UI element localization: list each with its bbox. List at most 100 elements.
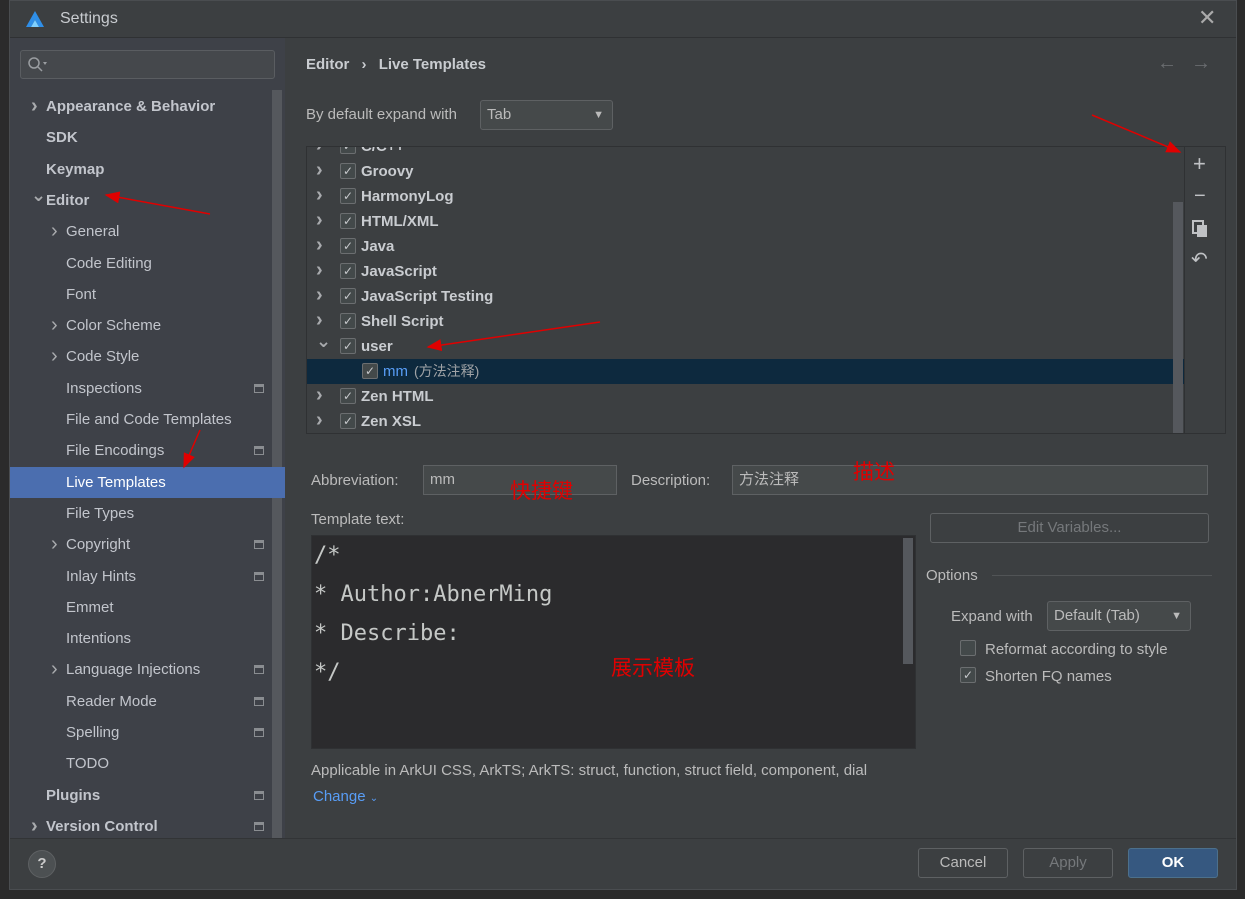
chevron-right-icon[interactable]: ›: [316, 233, 323, 258]
tree-checkbox[interactable]: ✓: [340, 388, 356, 404]
chevron-right-icon[interactable]: ›: [51, 529, 58, 560]
tree-row[interactable]: ⌄ ✓ user: [307, 331, 1184, 359]
tree-checkbox[interactable]: ✓: [340, 213, 356, 229]
sidebar-item[interactable]: Keymap: [10, 154, 285, 185]
sidebar-item[interactable]: Code Editing: [10, 248, 285, 279]
expand-with-select[interactable]: Default (Tab) ▼: [1047, 601, 1191, 631]
expand-default-select[interactable]: Tab ▼: [480, 100, 613, 130]
copy-icon[interactable]: [1192, 220, 1208, 238]
revert-icon[interactable]: ↶: [1191, 247, 1208, 272]
tree-checkbox[interactable]: ✓: [340, 238, 356, 254]
sidebar-item[interactable]: Reader Mode: [10, 686, 285, 717]
shorten-fq-checkbox[interactable]: ✓: [960, 667, 976, 683]
chevron-right-icon[interactable]: ›: [51, 654, 58, 685]
sidebar-item[interactable]: › Code Style: [10, 341, 285, 372]
sidebar-item[interactable]: › Appearance & Behavior: [10, 91, 285, 122]
sidebar-item[interactable]: › General: [10, 216, 285, 247]
tree-row[interactable]: › ✓ C/C++: [307, 147, 1184, 159]
close-icon[interactable]: ✕: [1198, 5, 1216, 31]
sidebar-item[interactable]: › Language Injections: [10, 654, 285, 685]
tree-row[interactable]: › ✓ Zen HTML: [307, 384, 1184, 409]
sidebar-item[interactable]: › Copyright: [10, 529, 285, 560]
tree-checkbox[interactable]: ✓: [340, 163, 356, 179]
sidebar-item[interactable]: Font: [10, 279, 285, 310]
expand-default-value: Tab: [487, 106, 512, 123]
project-settings-icon: [254, 728, 264, 737]
chevron-right-icon[interactable]: ›: [316, 283, 323, 308]
tree-row[interactable]: › ✓ JavaScript: [307, 259, 1184, 284]
chevron-right-icon[interactable]: ›: [51, 216, 58, 247]
tree-row[interactable]: › ✓ Zen XSL: [307, 408, 1184, 433]
sidebar-item[interactable]: Live Templates: [10, 466, 285, 498]
sidebar-item[interactable]: File Types: [10, 498, 285, 529]
template-line: * Describe:: [314, 621, 460, 646]
tree-checkbox[interactable]: ✓: [340, 338, 356, 354]
chevron-right-icon[interactable]: ›: [316, 383, 323, 408]
chevron-right-icon[interactable]: ›: [316, 208, 323, 233]
editor-scrollbar[interactable]: [903, 538, 913, 664]
sidebar-item[interactable]: Spelling: [10, 717, 285, 748]
chevron-down-icon[interactable]: ⌄: [316, 329, 331, 354]
tree-scrollbar[interactable]: [1173, 202, 1183, 433]
sidebar-item[interactable]: › Color Scheme: [10, 310, 285, 341]
sidebar-item-label: Code Editing: [66, 254, 152, 272]
tree-checkbox[interactable]: ✓: [340, 147, 356, 154]
chevron-right-icon[interactable]: ›: [51, 341, 58, 372]
add-icon[interactable]: +: [1193, 151, 1206, 177]
edit-variables-button[interactable]: Edit Variables...: [930, 513, 1209, 543]
sidebar-item[interactable]: Intentions: [10, 623, 285, 654]
tree-row[interactable]: › ✓ JavaScript Testing: [307, 284, 1184, 309]
template-text-editor[interactable]: /* * Author:AbnerMing * Describe: */: [311, 535, 916, 749]
tree-checkbox[interactable]: ✓: [340, 413, 356, 429]
chevron-right-icon[interactable]: ›: [51, 310, 58, 341]
sidebar-item-label: Emmet: [66, 598, 114, 616]
help-button[interactable]: ?: [28, 850, 56, 878]
tree-row[interactable]: › ✓ Shell Script: [307, 309, 1184, 334]
abbreviation-value: mm: [430, 471, 455, 488]
search-input[interactable]: [20, 50, 275, 79]
breadcrumb-parent[interactable]: Editor: [306, 56, 349, 73]
sidebar-item[interactable]: Plugins: [10, 780, 285, 811]
sidebar-item[interactable]: File and Code Templates: [10, 404, 285, 435]
ok-button[interactable]: OK: [1128, 848, 1218, 878]
chevron-right-icon[interactable]: ›: [316, 147, 323, 158]
template-line: * Author:AbnerMing: [314, 582, 553, 607]
tree-row[interactable]: › ✓ HTML/XML: [307, 209, 1184, 234]
cancel-button[interactable]: Cancel: [918, 848, 1008, 878]
sidebar-item-label: Appearance & Behavior: [46, 98, 216, 115]
chevron-right-icon[interactable]: ›: [31, 91, 38, 122]
tree-checkbox[interactable]: ✓: [340, 313, 356, 329]
tree-checkbox[interactable]: ✓: [340, 263, 356, 279]
project-settings-icon: [254, 821, 264, 831]
apply-button[interactable]: Apply: [1023, 848, 1113, 878]
description-input[interactable]: 方法注释: [732, 465, 1208, 495]
reformat-checkbox[interactable]: [960, 640, 976, 656]
tree-row[interactable]: › ✓ Java: [307, 234, 1184, 259]
sidebar-item[interactable]: ⌄ Editor: [10, 185, 285, 216]
tree-checkbox[interactable]: ✓: [362, 363, 378, 379]
chevron-right-icon[interactable]: ›: [316, 183, 323, 208]
forward-arrow-icon[interactable]: →: [1191, 52, 1211, 75]
project-settings-icon: [254, 540, 264, 550]
sidebar-item[interactable]: Emmet: [10, 592, 285, 623]
tree-row[interactable]: › ✓ HarmonyLog: [307, 184, 1184, 209]
change-link[interactable]: Change ⌄: [313, 788, 378, 805]
tree-checkbox[interactable]: ✓: [340, 188, 356, 204]
back-arrow-icon[interactable]: ←: [1157, 52, 1177, 75]
tree-row[interactable]: ✓ mm (方法注释): [307, 359, 1184, 384]
sidebar-item[interactable]: TODO: [10, 748, 285, 779]
remove-icon[interactable]: −: [1194, 185, 1206, 208]
sidebar-item[interactable]: Inspections: [10, 373, 285, 404]
sidebar-item-label: File Encodings: [66, 442, 165, 460]
chevron-right-icon[interactable]: ›: [316, 258, 323, 283]
applicable-contexts: Applicable in ArkUI CSS, ArkTS; ArkTS: s…: [311, 762, 868, 779]
sidebar-item[interactable]: File Encodings: [10, 435, 285, 466]
tree-row[interactable]: › ✓ Groovy: [307, 159, 1184, 184]
chevron-right-icon[interactable]: ›: [316, 408, 323, 433]
tree-row-label: JavaScript Testing: [361, 288, 494, 305]
chevron-down-icon[interactable]: ⌄: [31, 180, 46, 211]
chevron-right-icon[interactable]: ›: [316, 158, 323, 183]
tree-checkbox[interactable]: ✓: [340, 288, 356, 304]
sidebar-item[interactable]: Inlay Hints: [10, 561, 285, 592]
sidebar-item[interactable]: SDK: [10, 122, 285, 153]
